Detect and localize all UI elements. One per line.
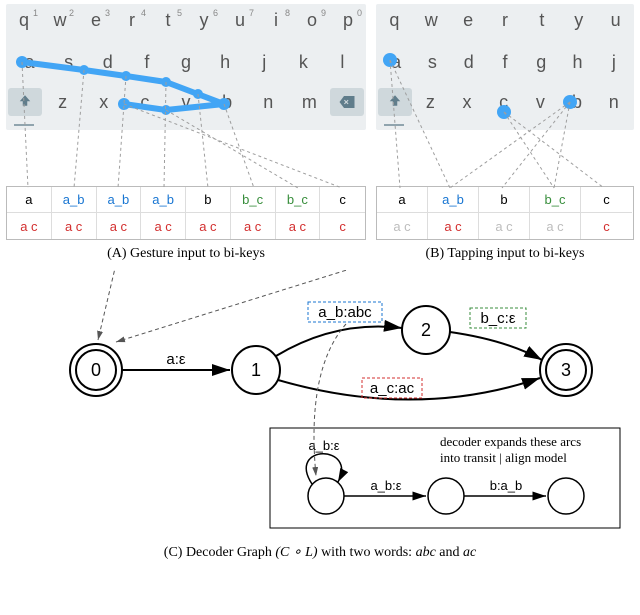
key-g[interactable]: g <box>523 52 559 73</box>
key-e[interactable]: e3 <box>78 10 114 31</box>
key-q[interactable]: q1 <box>6 10 42 31</box>
bikey-bot: a c <box>7 213 51 239</box>
key-u[interactable]: u7 <box>222 10 258 31</box>
key-f[interactable]: f <box>127 52 166 73</box>
key-s[interactable]: s <box>414 52 450 73</box>
edge-1-3: a_c:ac <box>370 380 415 397</box>
bikey-bot: a c <box>186 213 230 239</box>
key-w[interactable]: w2 <box>42 10 78 31</box>
edge-1-2: a_b:abc <box>318 304 372 321</box>
key-r[interactable]: r4 <box>114 10 150 31</box>
panel-c-decoder: 0 1 2 3 a:ε a_b:abc b_c:ε a_c:ac decoder… <box>6 270 634 540</box>
bikey-bot: a c <box>479 213 529 239</box>
key-a[interactable]: a <box>10 52 49 73</box>
bikey-top: a_b <box>97 187 141 213</box>
key-m[interactable]: m <box>289 92 330 116</box>
bikey-top: a_b <box>52 187 96 213</box>
bikey-bot: a c <box>276 213 320 239</box>
key-d[interactable]: d <box>451 52 487 73</box>
bikey-bot: a c <box>377 213 427 239</box>
key-b[interactable]: b <box>559 92 596 116</box>
keyboard-a: q1w2e3r4t5y6u7i8o9p0 asdfghjkl zxcvbnm <box>6 4 366 130</box>
key-y[interactable]: y <box>560 10 597 31</box>
key-j[interactable]: j <box>596 52 632 73</box>
key-n[interactable]: n <box>248 92 289 116</box>
bikey-bot: a c <box>52 213 96 239</box>
key-p[interactable]: p0 <box>330 10 366 31</box>
key-k[interactable]: k <box>284 52 323 73</box>
bikey-top: b <box>479 187 529 213</box>
key-t[interactable]: t5 <box>150 10 186 31</box>
bikey-top: a <box>7 187 51 213</box>
key-x[interactable]: x <box>83 92 124 116</box>
key-r[interactable]: r <box>487 10 524 31</box>
key-v[interactable]: v <box>165 92 206 116</box>
bikey-top: b_c <box>276 187 320 213</box>
panel-a: q1w2e3r4t5y6u7i8o9p0 asdfghjkl zxcvbnm <box>6 4 366 262</box>
node-0: 0 <box>91 360 101 380</box>
key-b[interactable]: b <box>207 92 248 116</box>
bikey-table-b: aa ca_ba cba cb_ca ccc <box>376 186 634 240</box>
bikey-bot: c <box>581 213 632 239</box>
bikey-bot: c <box>320 213 365 239</box>
shift-icon[interactable] <box>378 88 412 116</box>
expand-loop: a_b:ε <box>308 438 339 453</box>
keyboard-b: qwertyu asdfghj zxcvbn <box>376 4 634 130</box>
key-g[interactable]: g <box>166 52 205 73</box>
key-c[interactable]: c <box>124 92 165 116</box>
key-n[interactable]: n <box>595 92 632 116</box>
key-q[interactable]: q <box>376 10 413 31</box>
key-c[interactable]: c <box>485 92 522 116</box>
key-z[interactable]: z <box>412 92 449 116</box>
bikey-bot: a c <box>97 213 141 239</box>
key-v[interactable]: v <box>522 92 559 116</box>
bikey-top: b_c <box>530 187 580 213</box>
bikey-bot: a c <box>428 213 478 239</box>
node-3: 3 <box>561 360 571 380</box>
node-2: 2 <box>421 320 431 340</box>
bikey-table-a: aa ca_ba ca_ba ca_ba cba cb_ca cb_ca ccc <box>6 186 366 240</box>
expand-last: b:a_b <box>490 478 523 493</box>
shift-icon[interactable] <box>8 88 42 116</box>
key-y[interactable]: y6 <box>186 10 222 31</box>
key-j[interactable]: j <box>245 52 284 73</box>
key-h[interactable]: h <box>559 52 595 73</box>
backspace-icon[interactable] <box>330 88 364 116</box>
caption-a: (A) Gesture input to bi-keys <box>6 246 366 262</box>
key-f[interactable]: f <box>487 52 523 73</box>
key-a[interactable]: a <box>378 52 414 73</box>
expand-note-2: into transit | align model <box>440 450 567 465</box>
bikey-bot: a c <box>231 213 275 239</box>
bikey-top: c <box>581 187 632 213</box>
key-u[interactable]: u <box>597 10 634 31</box>
bikey-top: b_c <box>231 187 275 213</box>
edge-2-3: b_c:ε <box>480 310 515 327</box>
key-e[interactable]: e <box>450 10 487 31</box>
key-o[interactable]: o9 <box>294 10 330 31</box>
key-h[interactable]: h <box>206 52 245 73</box>
caption-b: (B) Tapping input to bi-keys <box>376 246 634 262</box>
key-w[interactable]: w <box>413 10 450 31</box>
decoder-graph-svg: 0 1 2 3 a:ε a_b:abc b_c:ε a_c:ac decoder… <box>6 270 634 540</box>
caption-c: (C) Decoder Graph (C ∘ L) with two words… <box>0 544 640 561</box>
bikey-top: a_b <box>141 187 185 213</box>
key-i[interactable]: i8 <box>258 10 294 31</box>
key-d[interactable]: d <box>88 52 127 73</box>
key-s[interactable]: s <box>49 52 88 73</box>
bikey-top: a_b <box>428 187 478 213</box>
bikey-top: c <box>320 187 365 213</box>
bikey-top: a <box>377 187 427 213</box>
bikey-bot: a c <box>530 213 580 239</box>
bikey-bot: a c <box>141 213 185 239</box>
bikey-top: b <box>186 187 230 213</box>
key-z[interactable]: z <box>42 92 83 116</box>
node-1: 1 <box>251 360 261 380</box>
key-l[interactable]: l <box>323 52 362 73</box>
expand-mid: a_b:ε <box>370 478 401 493</box>
expand-note-1: decoder expands these arcs <box>440 434 581 449</box>
key-t[interactable]: t <box>523 10 560 31</box>
key-x[interactable]: x <box>449 92 486 116</box>
panel-b: qwertyu asdfghj zxcvbn aa ca_ba cba cb_c… <box>376 4 634 262</box>
edge-0-1: a:ε <box>166 351 186 368</box>
